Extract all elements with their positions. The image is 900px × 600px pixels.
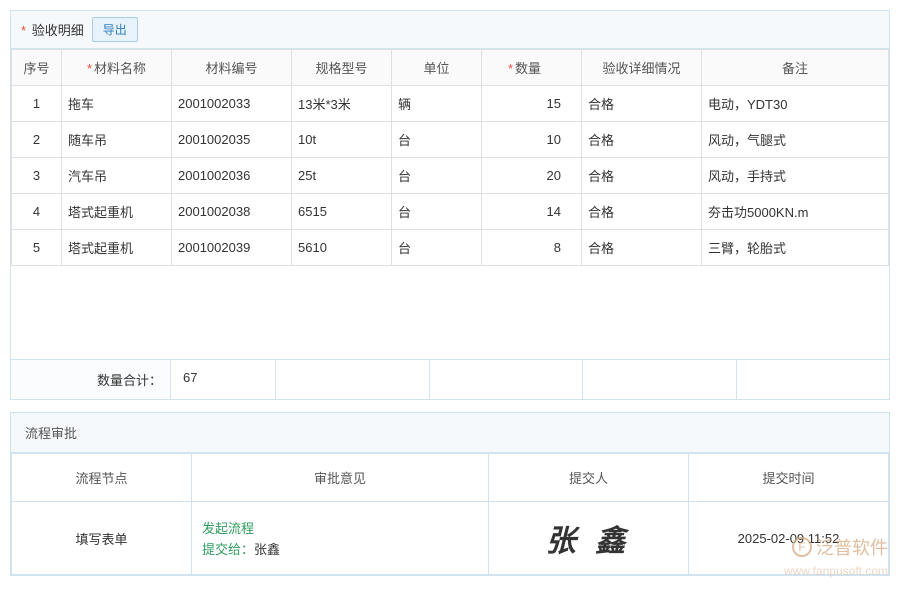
approval-row: 填写表单 发起流程 提交给：张鑫 张 鑫 2025-02-09 11:52: [12, 502, 889, 575]
cell-spec: 25t: [292, 158, 392, 194]
approval-table: 流程节点 审批意见 提交人 提交时间 填写表单 发起流程 提交给：张鑫 张 鑫 …: [11, 453, 889, 575]
opinion-line1: 发起流程: [202, 518, 478, 537]
opinion-prefix: 提交给：: [202, 542, 254, 557]
summary-label: 数量合计：: [11, 360, 171, 399]
opinion-line2: 提交给：张鑫: [202, 539, 478, 558]
cell-unit: 台: [392, 122, 482, 158]
cell-name: 拖车: [62, 86, 172, 122]
ap-col-node: 流程节点: [12, 454, 192, 502]
cell-code: 2001002036: [172, 158, 292, 194]
col-status: 验收详细情况: [582, 50, 702, 86]
cell-seq: 1: [12, 86, 62, 122]
table-row[interactable]: 4塔式起重机20010020386515台14合格夯击功5000KN.m: [12, 194, 889, 230]
ap-col-opinion: 审批意见: [192, 454, 489, 502]
cell-name: 塔式起重机: [62, 194, 172, 230]
approval-header-row: 流程节点 审批意见 提交人 提交时间: [12, 454, 889, 502]
ap-col-time: 提交时间: [689, 454, 889, 502]
cell-remark: 风动，气腿式: [702, 122, 889, 158]
summary-value: 67: [171, 360, 276, 399]
cell-remark: 电动，YDT30: [702, 86, 889, 122]
cell-code: 2001002035: [172, 122, 292, 158]
summary-blank-3: [583, 360, 737, 399]
table-row[interactable]: 3汽车吊200100203625t台20合格风动，手持式: [12, 158, 889, 194]
ap-opinion-cell: 发起流程 提交给：张鑫: [192, 502, 489, 575]
summary-row: 数量合计： 67: [11, 359, 889, 399]
cell-code: 2001002039: [172, 230, 292, 266]
cell-status: 合格: [582, 86, 702, 122]
table-row[interactable]: 1拖车200100203313米*3米辆15合格电动，YDT30: [12, 86, 889, 122]
cell-name: 随车吊: [62, 122, 172, 158]
detail-title: 验收明细: [32, 23, 84, 38]
cell-qty: 20: [482, 158, 582, 194]
ap-time-value: 2025-02-09 11:52: [689, 502, 889, 575]
detail-grid: 序号 *材料名称 材料编号 规格型号 单位 *数量 验收详细情况 备注 1拖车2…: [11, 49, 889, 359]
summary-blank-1: [276, 360, 430, 399]
cell-name: 汽车吊: [62, 158, 172, 194]
table-row[interactable]: 5塔式起重机20010020395610台8合格三臂，轮胎式: [12, 230, 889, 266]
cell-seq: 4: [12, 194, 62, 230]
cell-spec: 13米*3米: [292, 86, 392, 122]
cell-status: 合格: [582, 194, 702, 230]
cell-code: 2001002033: [172, 86, 292, 122]
summary-blank-2: [430, 360, 584, 399]
col-code: 材料编号: [172, 50, 292, 86]
signature-text: 张 鑫: [546, 525, 632, 558]
cell-spec: 10t: [292, 122, 392, 158]
approval-panel: 流程审批 流程节点 审批意见 提交人 提交时间 填写表单 发起流程 提交给：张鑫: [10, 412, 890, 576]
required-star-icon: *: [21, 23, 26, 38]
detail-title-wrap: * 验收明细: [21, 20, 84, 39]
cell-status: 合格: [582, 230, 702, 266]
opinion-name: 张鑫: [254, 542, 280, 557]
approval-title: 流程审批: [11, 413, 889, 453]
cell-remark: 风动，手持式: [702, 158, 889, 194]
col-remark: 备注: [702, 50, 889, 86]
cell-seq: 3: [12, 158, 62, 194]
cell-remark: 三臂，轮胎式: [702, 230, 889, 266]
detail-table: 序号 *材料名称 材料编号 规格型号 单位 *数量 验收详细情况 备注 1拖车2…: [11, 49, 889, 266]
col-name: *材料名称: [62, 50, 172, 86]
detail-header-row: 序号 *材料名称 材料编号 规格型号 单位 *数量 验收详细情况 备注: [12, 50, 889, 86]
cell-status: 合格: [582, 158, 702, 194]
ap-node-value: 填写表单: [12, 502, 192, 575]
cell-unit: 台: [392, 194, 482, 230]
cell-unit: 台: [392, 230, 482, 266]
cell-qty: 14: [482, 194, 582, 230]
detail-panel-header: * 验收明细 导出: [11, 11, 889, 49]
cell-qty: 8: [482, 230, 582, 266]
col-spec: 规格型号: [292, 50, 392, 86]
cell-spec: 5610: [292, 230, 392, 266]
cell-spec: 6515: [292, 194, 392, 230]
col-seq: 序号: [12, 50, 62, 86]
col-unit: 单位: [392, 50, 482, 86]
cell-unit: 辆: [392, 86, 482, 122]
cell-remark: 夯击功5000KN.m: [702, 194, 889, 230]
summary-blank-4: [737, 360, 890, 399]
ap-col-person: 提交人: [489, 454, 689, 502]
cell-seq: 2: [12, 122, 62, 158]
cell-code: 2001002038: [172, 194, 292, 230]
table-row[interactable]: 2随车吊200100203510t台10合格风动，气腿式: [12, 122, 889, 158]
cell-unit: 台: [392, 158, 482, 194]
cell-qty: 15: [482, 86, 582, 122]
cell-qty: 10: [482, 122, 582, 158]
col-qty: *数量: [482, 50, 582, 86]
cell-seq: 5: [12, 230, 62, 266]
export-button[interactable]: 导出: [92, 17, 138, 42]
detail-panel: * 验收明细 导出 序号 *材料名称 材料编号 规格型号 单位 *数量 验收详细…: [10, 10, 890, 400]
cell-name: 塔式起重机: [62, 230, 172, 266]
cell-status: 合格: [582, 122, 702, 158]
ap-person-cell: 张 鑫: [489, 502, 689, 575]
